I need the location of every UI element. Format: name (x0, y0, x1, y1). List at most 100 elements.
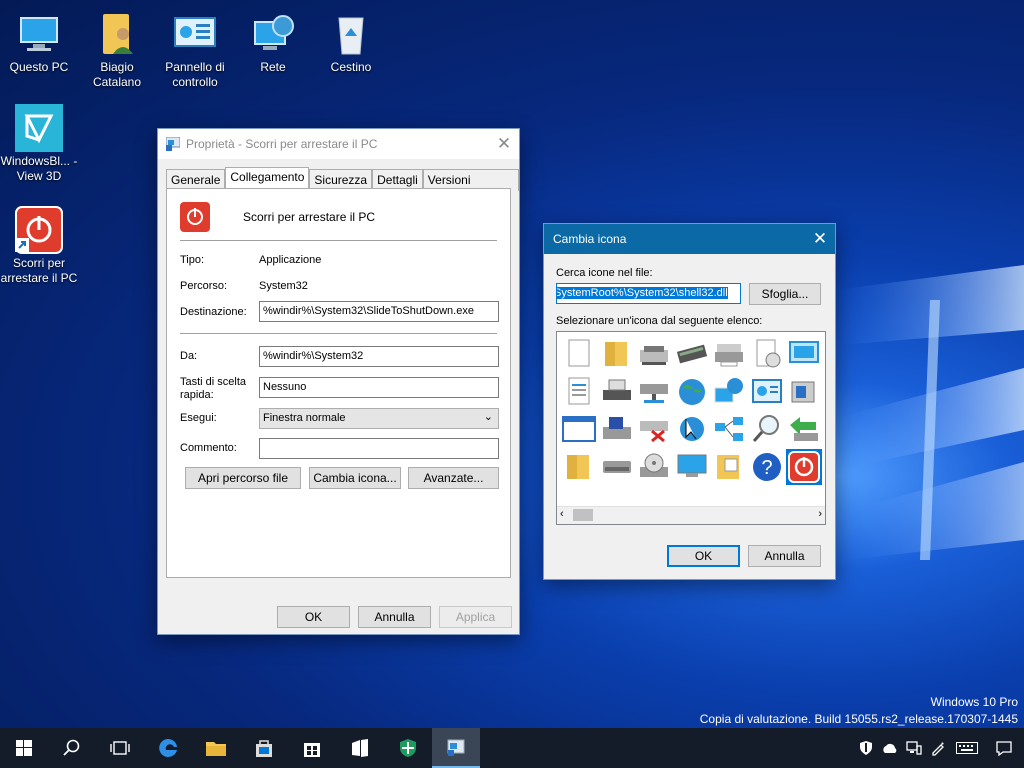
apri-percorso-button[interactable]: Apri percorso file (185, 467, 301, 489)
da-field[interactable]: %windir%\System32 (259, 346, 499, 367)
folder-icon[interactable] (599, 336, 635, 372)
tipo-value: Applicazione (259, 254, 322, 266)
desktop-icon-cestino[interactable]: Cestino (312, 10, 390, 75)
desktop-icon-label: Questo PC (9, 60, 69, 74)
defender-icon[interactable] (384, 728, 432, 768)
desktop-icon-shutdown-shortcut[interactable]: Scorri per arrestare il PC (0, 206, 78, 286)
dialog-annulla-button[interactable]: Annulla (748, 545, 821, 567)
scroll-thumb[interactable] (573, 509, 593, 521)
taskbar (0, 728, 1024, 768)
file-explorer-icon[interactable] (192, 728, 240, 768)
desktop-icon-rete[interactable]: Rete (234, 10, 312, 75)
tasti-label: Tasti di scelta rapida: (180, 376, 247, 401)
globe-icon[interactable] (674, 374, 710, 410)
properties-title: Proprietà - Scorri per arrestare il PC (186, 137, 378, 151)
tasti-field[interactable]: Nessuno (259, 377, 499, 398)
applica-button[interactable]: Applica (439, 606, 512, 628)
esegui-select[interactable]: Finestra normale ⌄ (259, 408, 499, 429)
network-nodes-icon[interactable] (711, 411, 747, 447)
control-panel-icon[interactable] (749, 374, 785, 410)
help-icon[interactable]: ? (749, 449, 785, 485)
floppy-drive-icon[interactable] (599, 411, 635, 447)
desktop-icon-control-panel[interactable]: Pannello di controllo (156, 10, 234, 90)
ok-button[interactable]: OK (277, 606, 350, 628)
globe-cursor-icon[interactable] (674, 411, 710, 447)
tipo-label: Tipo: (180, 254, 205, 266)
network-tray-icon[interactable] (902, 728, 926, 768)
partial-icon[interactable] (824, 336, 826, 372)
green-arrow-icon[interactable] (786, 411, 822, 447)
window-icon[interactable] (786, 336, 822, 372)
recycle-bin-icon (327, 10, 375, 58)
scroll-left-icon[interactable]: ‹ (560, 508, 564, 520)
destinazione-field[interactable]: %windir%\System32\SlideToShutDown.exe (259, 301, 499, 322)
keyboard-icon[interactable] (950, 728, 984, 768)
network-drive-icon[interactable] (636, 374, 672, 410)
defender-tray-icon[interactable] (854, 728, 878, 768)
network-icon (249, 10, 297, 58)
edge-icon[interactable] (144, 728, 192, 768)
memory-chip-icon[interactable] (674, 336, 710, 372)
commento-field[interactable] (259, 438, 499, 459)
drive-computer-icon[interactable] (599, 374, 635, 410)
shortcut-properties-icon (165, 136, 181, 151)
close-icon[interactable]: ✕ (805, 224, 835, 254)
speaker-icon[interactable] (786, 374, 822, 410)
scanner-printer-icon[interactable] (711, 336, 747, 372)
clock-partial-icon[interactable] (824, 411, 826, 447)
control-panel-icon (171, 10, 219, 58)
printer-icon[interactable] (636, 336, 672, 372)
store-bag-icon[interactable] (240, 728, 288, 768)
shutdown-shortcut-icon (15, 206, 63, 254)
horizontal-scrollbar[interactable]: ‹ › (557, 506, 825, 524)
store-icon[interactable] (288, 728, 336, 768)
notifications-icon[interactable] (984, 728, 1024, 768)
partial-icon[interactable] (824, 449, 826, 485)
file-path-field[interactable]: SystemRoot%\System32\shell32.dll (556, 283, 741, 304)
percorso-value: System32 (259, 280, 308, 292)
annulla-button[interactable]: Annulla (358, 606, 431, 628)
dialog-ok-button[interactable]: OK (667, 545, 740, 567)
scroll-right-icon[interactable]: › (818, 508, 822, 520)
network-globe-icon[interactable] (711, 374, 747, 410)
cambia-icona-button[interactable]: Cambia icona... (309, 467, 401, 489)
icon-list-label: Selezionare un'icona dal seguente elenco… (556, 315, 763, 327)
power-icon[interactable] (786, 448, 822, 485)
grid-folder-icon[interactable] (711, 449, 747, 485)
monitor-icon[interactable] (674, 449, 710, 485)
shortcut-power-icon (180, 202, 210, 232)
onedrive-icon[interactable] (878, 728, 902, 768)
text-document-icon[interactable] (561, 374, 597, 410)
desktop-icon-label: Scorri per arrestare il PC (0, 256, 78, 285)
user-folder-icon (93, 10, 141, 58)
change-icon-titlebar[interactable]: Cambia icona ✕ (544, 224, 835, 254)
avanzate-button[interactable]: Avanzate... (408, 467, 499, 489)
desktop-icon-user-folder[interactable]: Biagio Catalano (78, 10, 156, 90)
clock-document-icon[interactable] (749, 336, 785, 372)
properties-titlebar[interactable]: Proprietà - Scorri per arrestare il PC ✕ (158, 129, 519, 159)
shortcut-properties-icon[interactable] (432, 728, 480, 768)
cd-drive-icon[interactable] (636, 449, 672, 485)
app-window-icon[interactable] (561, 411, 597, 447)
task-view-icon[interactable] (96, 728, 144, 768)
close-icon[interactable]: ✕ (489, 129, 519, 159)
blank-document-icon[interactable] (561, 336, 597, 372)
browse-button[interactable]: Sfoglia... (749, 283, 821, 305)
microsoft-store-icon[interactable] (336, 728, 384, 768)
search-icon[interactable] (48, 728, 96, 768)
folder-icon[interactable] (561, 449, 597, 485)
disconnected-drive-icon[interactable] (636, 411, 672, 447)
da-label: Da: (180, 350, 198, 362)
start-icon[interactable] (0, 728, 48, 768)
shortcut-arrow-icon[interactable] (824, 374, 826, 410)
desktop-icon-label: Biagio Catalano (92, 60, 142, 89)
magnifier-icon[interactable] (749, 411, 785, 447)
hard-drive-icon[interactable] (599, 449, 635, 485)
tab-panel-collegamento: Scorri per arrestare il PC Tipo: Applica… (166, 188, 511, 578)
desktop-icon-view-3d[interactable]: WindowsBl... - View 3D (0, 104, 78, 184)
system-tray (854, 728, 1024, 768)
pen-icon[interactable] (926, 728, 950, 768)
desktop-icon-questo-pc[interactable]: Questo PC (0, 10, 78, 75)
icon-list[interactable]: ? ‹ › (556, 331, 826, 525)
desktop-icon-label: Cestino (330, 60, 372, 74)
